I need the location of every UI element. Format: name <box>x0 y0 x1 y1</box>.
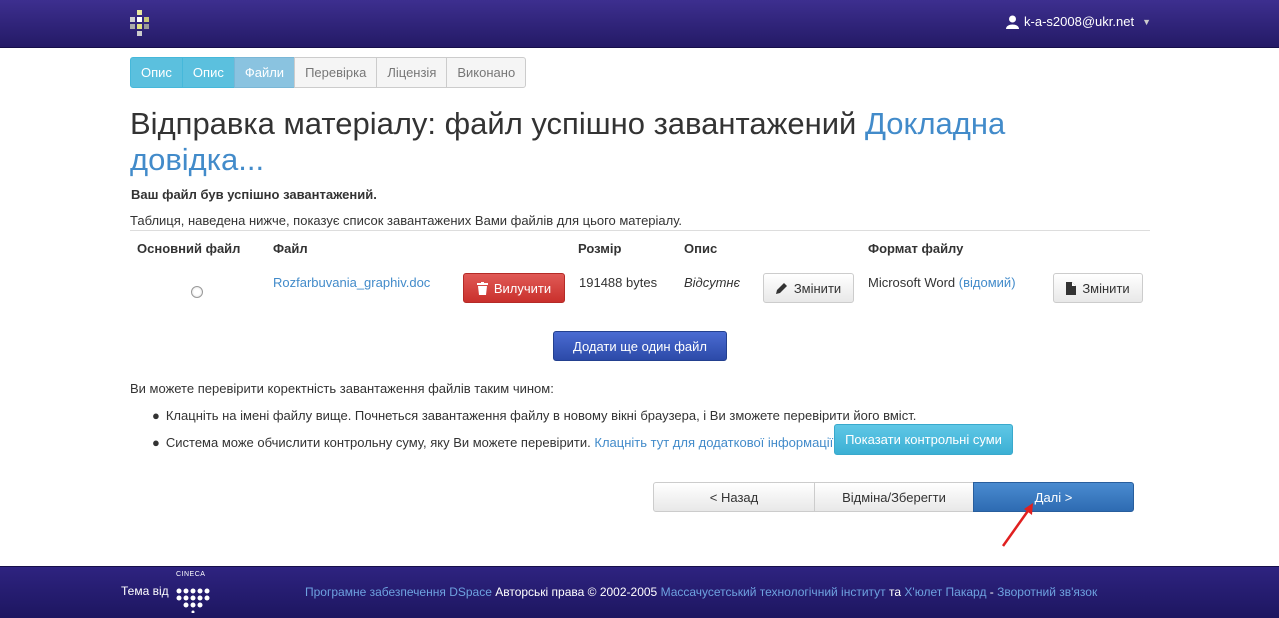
success-message: Ваш файл був успішно завантажений. <box>131 187 377 202</box>
verify-bullet-1: Клацніть на імені файлу вище. Почнеться … <box>165 407 917 423</box>
caret-down-icon: ▼ <box>1142 16 1151 27</box>
copyright-text: Авторські права © 2002-2005 <box>495 585 658 599</box>
mit-link[interactable]: Массачусетський технологічний інститут <box>661 585 886 599</box>
verify-bullet-2: Система може обчислити контрольну суму, … <box>165 434 591 450</box>
file-table: Основний файл Файл Розмір Опис Формат фа… <box>130 230 1150 303</box>
footer: Тема від CINECA Програмне забезпечення D… <box>0 566 1279 618</box>
cineca-logo-text: CINECA <box>176 571 206 578</box>
top-navbar: k-a-s2008@ukr.net ▼ <box>0 0 1279 48</box>
verify-list: ● Клацніть на імені файлу вище. Почнетьс… <box>152 403 916 457</box>
primary-file-radio[interactable] <box>191 286 203 298</box>
submission-nav: < Назад Відміна/Зберегти Далі > <box>653 482 1134 512</box>
col-header-format: Формат файлу <box>868 241 964 256</box>
progress-step-complete: Виконано <box>446 57 527 88</box>
user-email: k-a-s2008@ukr.net <box>1024 14 1135 29</box>
cineca-logo[interactable] <box>174 573 216 613</box>
progress-step-review: Перевірка <box>294 57 378 88</box>
page-title-text: Відправка матеріалу: файл успішно завант… <box>130 106 857 141</box>
theme-credit: Тема від <box>121 584 169 598</box>
checksum-info-link[interactable]: Клацніть тут для додаткової інформації. <box>594 435 836 450</box>
remove-file-button[interactable]: Вилучити <box>463 273 565 303</box>
col-header-primary: Основний файл <box>137 241 241 256</box>
col-header-description: Опис <box>684 241 718 256</box>
file-description: Відсутнє <box>684 275 741 290</box>
progress-step-describe-1[interactable]: Опис <box>130 57 183 88</box>
edit-description-label: Змінити <box>793 280 842 296</box>
show-checksums-button[interactable]: Показати контрольні суми <box>834 424 1013 455</box>
edit-format-label: Змінити <box>1082 280 1130 296</box>
file-format: Microsoft Word (відомий) <box>868 275 1016 290</box>
user-menu[interactable]: k-a-s2008@ukr.net ▼ <box>1006 14 1151 29</box>
cancel-save-button[interactable]: Відміна/Зберегти <box>814 482 974 512</box>
progress-step-describe-2[interactable]: Опис <box>181 57 235 88</box>
list-item: ● Клацніть на імені файлу вище. Почнетьс… <box>152 403 916 427</box>
list-item: ● Система може обчислити контрольну суму… <box>152 427 916 457</box>
separator-dash: - <box>989 585 994 599</box>
remove-file-label: Вилучити <box>493 280 552 296</box>
page-title: Відправка матеріалу: файл успішно завант… <box>130 106 1090 178</box>
verify-intro: Ви можете перевірити коректність заванта… <box>130 381 554 396</box>
file-size: 191488 bytes <box>579 275 658 290</box>
feedback-link[interactable]: Зворотний зв'язок <box>997 585 1097 599</box>
progress-step-files[interactable]: Файли <box>233 57 296 88</box>
footer-links: Програмне забезпечення DSpace Авторські … <box>305 585 1097 599</box>
add-file-button[interactable]: Додати ще один файл <box>553 331 727 361</box>
col-header-size: Розмір <box>578 241 622 256</box>
col-header-file: Файл <box>273 241 308 256</box>
edit-description-button[interactable]: Змінити <box>763 273 854 303</box>
pencil-icon <box>775 283 787 294</box>
table-description: Таблиця, наведена нижче, показує список … <box>130 213 683 228</box>
red-arrow-annotation <box>1001 503 1033 547</box>
user-icon <box>1006 15 1020 29</box>
trash-icon <box>476 281 488 295</box>
progress-step-license: Ліцензія <box>376 57 448 88</box>
file-format-name: Microsoft Word <box>868 275 956 290</box>
bullet-icon: ● <box>152 434 160 450</box>
file-name-link[interactable]: Rozfarbuvania_graphiv.doc <box>273 275 430 290</box>
bullet-icon: ● <box>152 407 160 423</box>
dspace-logo-icon[interactable] <box>128 10 152 36</box>
dspace-software-link[interactable]: Програмне забезпечення DSpace <box>305 585 492 599</box>
edit-format-button[interactable]: Змінити <box>1053 273 1143 303</box>
next-button[interactable]: Далі > <box>973 482 1134 512</box>
hp-link[interactable]: Х'юлет Пакард <box>904 585 986 599</box>
back-button[interactable]: < Назад <box>653 482 815 512</box>
and-text: та <box>889 585 902 599</box>
file-icon <box>1066 281 1077 295</box>
format-status-link[interactable]: (відомий) <box>959 275 1016 290</box>
submission-progress: Опис Опис Файли Перевірка Ліцензія Викон… <box>130 57 527 88</box>
